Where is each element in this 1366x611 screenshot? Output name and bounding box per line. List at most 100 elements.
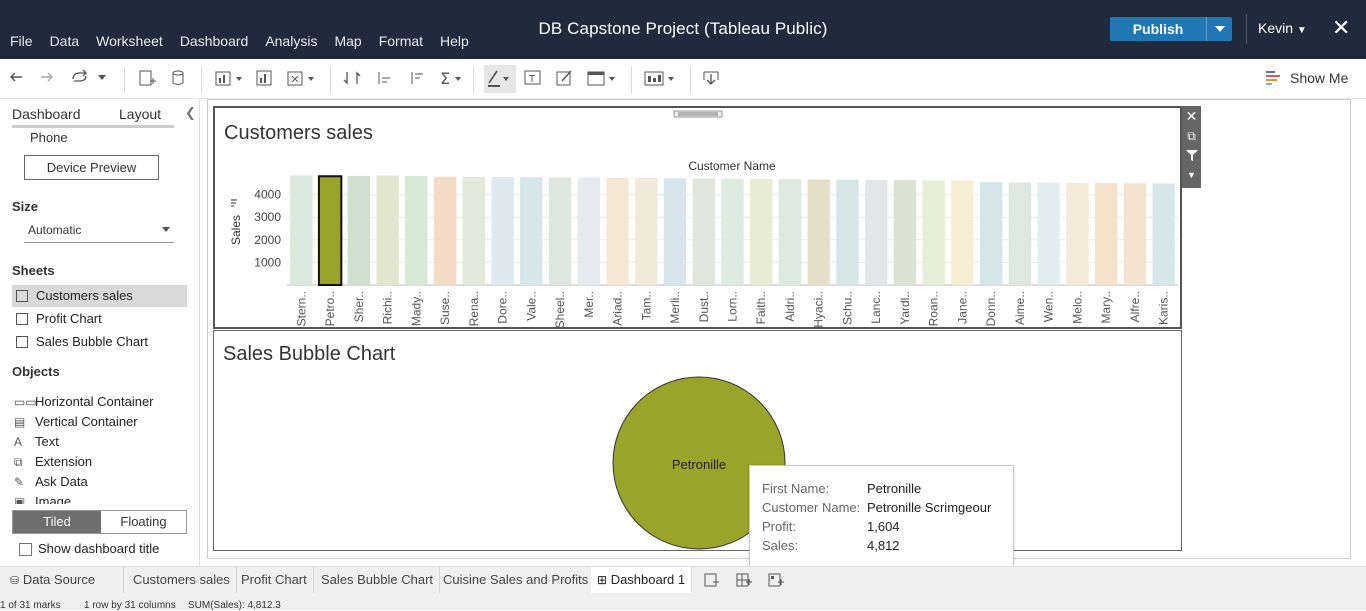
size-select[interactable]: Automatic — [24, 223, 174, 243]
user-menu[interactable]: Kevin ▼ — [1258, 20, 1307, 36]
pause-updates-icon[interactable] — [70, 69, 110, 89]
horizontal-container-icon: ▭▭ — [14, 395, 37, 409]
remove-icon[interactable]: ✕ — [1182, 108, 1201, 125]
redo-icon[interactable] — [39, 69, 55, 89]
customers-sales-chart[interactable]: Customer Name Sales 4000 3000 2000 1000 Stern.… — [215, 108, 1180, 327]
collapse-icon[interactable]: ❮ — [185, 105, 196, 121]
bar-mark[interactable] — [1152, 183, 1175, 285]
x-tick-label: Vale.. — [524, 291, 538, 321]
totals-icon[interactable]: Σ — [440, 69, 464, 89]
bar-mark[interactable] — [922, 180, 945, 285]
new-sheet-icon[interactable] — [215, 69, 243, 89]
extension-icon: ⧉ — [14, 455, 23, 469]
sort-descending-icon[interactable] — [408, 69, 426, 89]
device-preview-button[interactable]: Device Preview — [24, 155, 159, 180]
publish-button[interactable]: Publish — [1110, 17, 1232, 41]
highlight-icon[interactable] — [484, 65, 516, 93]
sheet-item-customers-sales[interactable]: Customers sales — [12, 285, 187, 307]
bar-mark[interactable] — [635, 178, 658, 285]
swap-icon[interactable] — [343, 69, 361, 89]
new-dashboard-icon[interactable] — [736, 572, 752, 591]
bar-mark[interactable] — [1037, 182, 1060, 285]
bar-mark[interactable] — [778, 179, 802, 285]
tab-dashboard-1[interactable]: ⊞ Dashboard 1 — [591, 567, 693, 593]
object-vertical-container[interactable]: ▤ Vertical Container — [12, 413, 138, 431]
bar-mark[interactable] — [433, 176, 457, 285]
drag-handle-icon[interactable] — [673, 109, 723, 119]
more-options-icon[interactable]: ▼ — [1182, 170, 1201, 180]
bar-mark[interactable] — [290, 175, 313, 285]
sheet-item-profit-chart[interactable]: Profit Chart — [12, 308, 187, 330]
go-to-sheet-icon[interactable]: ⧉ — [1182, 129, 1201, 144]
bar-mark[interactable] — [721, 178, 744, 285]
device-label[interactable]: Phone — [30, 130, 68, 145]
filter-icon[interactable] — [1182, 149, 1201, 164]
tab-data-source[interactable]: ⛁ Data Source — [4, 567, 124, 593]
tab-layout[interactable]: Layout — [119, 106, 161, 122]
sort-icon[interactable] — [231, 199, 237, 207]
bar-mark[interactable] — [548, 177, 572, 285]
object-extension[interactable]: ⧉ Extension — [12, 453, 92, 471]
bar-mark[interactable] — [893, 180, 917, 285]
bar-mark[interactable] — [807, 179, 830, 285]
close-icon[interactable]: ✕ — [1332, 15, 1350, 41]
format-icon[interactable] — [556, 69, 574, 89]
bar-mark[interactable] — [836, 179, 859, 285]
labels-icon[interactable]: T — [524, 69, 542, 89]
bar-mark[interactable] — [692, 178, 715, 285]
object-text[interactable]: A Text — [12, 433, 59, 451]
sales-bubble-zone[interactable]: Sales Bubble Chart Petronille — [213, 330, 1182, 551]
bar-mark[interactable] — [462, 176, 486, 285]
object-label: Image — [35, 495, 72, 504]
bar-mark[interactable] — [520, 177, 543, 285]
bar-mark[interactable] — [405, 176, 428, 285]
clear-sheet-icon[interactable] — [287, 69, 317, 89]
tiled-floating-toggle: Tiled Floating — [12, 510, 187, 534]
new-worksheet-icon[interactable] — [704, 572, 720, 591]
object-ask-data[interactable]: ✎ Ask Data — [12, 473, 88, 491]
tab-profit-chart[interactable]: Profit Chart — [235, 567, 314, 593]
bar-mark[interactable] — [979, 182, 1003, 285]
status-marks: 1 of 31 marks — [0, 600, 61, 611]
bar-mark[interactable] — [347, 175, 371, 285]
show-me-button[interactable]: Show Me — [1266, 70, 1348, 86]
publish-dropdown[interactable] — [1206, 17, 1232, 41]
object-image[interactable]: ▣ Image — [12, 495, 71, 504]
x-tick-label: Karis.. — [1157, 291, 1171, 325]
show-title-checkbox[interactable] — [19, 543, 32, 556]
presentation-icon[interactable] — [644, 69, 676, 89]
download-icon[interactable] — [702, 69, 720, 89]
customers-sales-zone[interactable]: Customers sales Customer Name Sales 4000 30… — [213, 106, 1182, 329]
bar-mark[interactable] — [491, 176, 514, 285]
fit-icon[interactable] — [587, 69, 617, 89]
new-story-icon[interactable] — [768, 572, 784, 591]
bar-mark[interactable] — [606, 177, 629, 285]
bar-mark[interactable] — [376, 175, 399, 285]
floating-button[interactable]: Floating — [101, 511, 186, 533]
bar-mark[interactable] — [1008, 182, 1032, 285]
object-horizontal-container[interactable]: ▭▭ Horizontal Container — [12, 393, 154, 411]
sales-bubble-chart[interactable]: Petronille — [214, 331, 1181, 550]
bar-mark[interactable] — [865, 179, 888, 285]
bar-mark[interactable] — [1066, 182, 1089, 285]
save-datasource-icon[interactable] — [170, 69, 188, 89]
tab-dashboard[interactable]: Dashboard — [12, 106, 81, 122]
bar-mark[interactable] — [317, 175, 343, 286]
sheet-item-sales-bubble-chart[interactable]: Sales Bubble Chart — [12, 331, 187, 353]
tab-cuisine-sales-and-profits[interactable]: Cuisine Sales and Profits — [437, 567, 596, 593]
undo-icon[interactable] — [8, 69, 24, 89]
tiled-button[interactable]: Tiled — [13, 511, 101, 533]
vertical-container-icon: ▤ — [14, 415, 26, 429]
duplicate-sheet-icon[interactable] — [254, 69, 274, 89]
x-tick-label: Mary.. — [1099, 291, 1113, 323]
sort-ascending-icon[interactable] — [375, 69, 393, 89]
new-datasource-icon[interactable] — [138, 69, 156, 89]
bar-mark[interactable] — [951, 180, 974, 285]
tab-customers-sales[interactable]: Customers sales — [127, 567, 237, 593]
bar-mark[interactable] — [1123, 183, 1147, 285]
bar-mark[interactable] — [663, 178, 687, 285]
bar-mark[interactable] — [750, 179, 773, 285]
bar-mark[interactable] — [577, 177, 600, 285]
tab-sales-bubble-chart[interactable]: Sales Bubble Chart — [315, 567, 441, 593]
bar-mark[interactable] — [1094, 183, 1118, 285]
